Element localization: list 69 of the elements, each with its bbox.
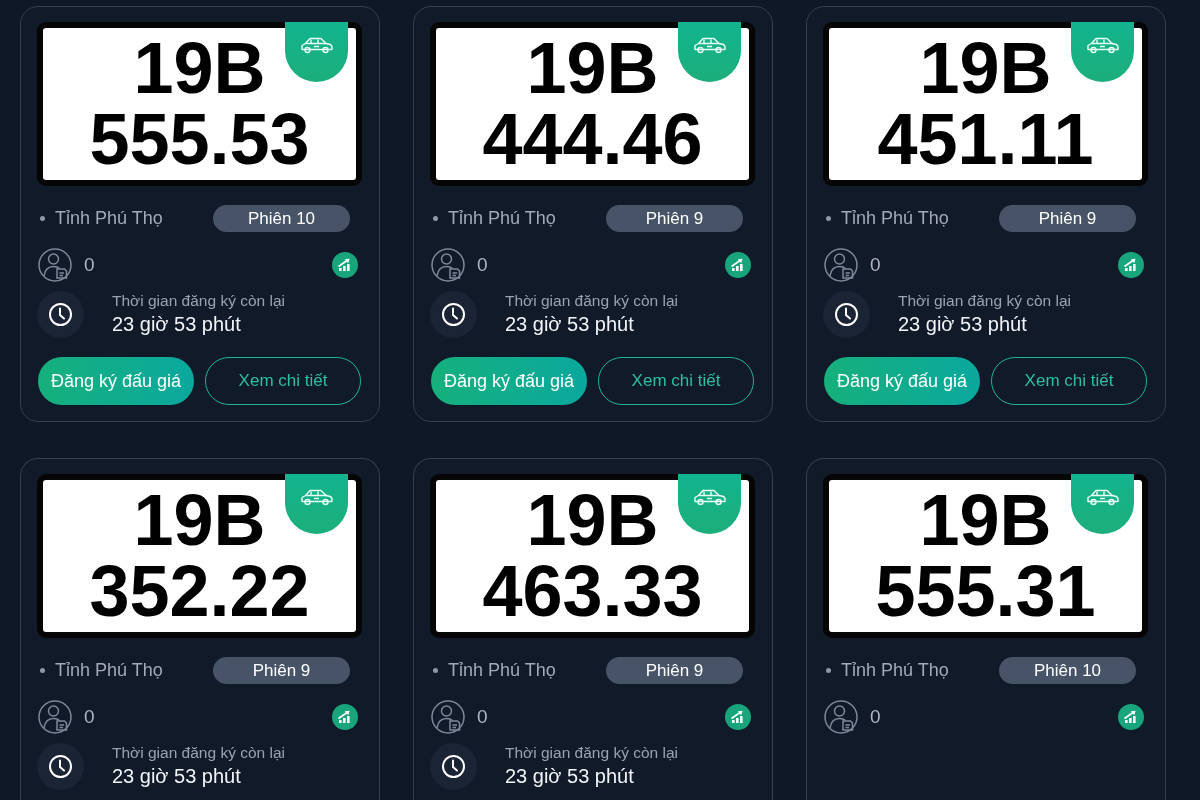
plate-number: 555.31 bbox=[875, 556, 1096, 627]
plate-series: 19B bbox=[133, 485, 266, 556]
plate-series: 19B bbox=[526, 485, 659, 556]
time-label: Thời gian đăng ký còn lại bbox=[505, 291, 678, 311]
location-text: Tỉnh Phú Thọ bbox=[841, 660, 949, 681]
plate-series: 19B bbox=[919, 485, 1052, 556]
bullet-dot-icon bbox=[826, 668, 831, 673]
person-document-icon bbox=[38, 248, 72, 282]
location-text: Tỉnh Phú Thọ bbox=[448, 208, 556, 229]
location-text: Tỉnh Phú Thọ bbox=[448, 660, 556, 681]
plate-series: 19B bbox=[133, 33, 266, 104]
plate-number: 352.22 bbox=[89, 556, 310, 627]
time-remaining: 23 giờ 53 phút bbox=[112, 764, 242, 789]
time-remaining: 23 giờ 53 phút bbox=[898, 312, 1028, 337]
bidder-count: 0 bbox=[84, 706, 95, 728]
bullet-dot-icon bbox=[40, 216, 45, 221]
person-document-icon bbox=[38, 700, 72, 734]
person-document-icon bbox=[431, 700, 465, 734]
car-icon bbox=[1071, 22, 1134, 82]
plate-series: 19B bbox=[526, 33, 659, 104]
clock-icon bbox=[823, 290, 870, 338]
location-text: Tỉnh Phú Thọ bbox=[55, 208, 163, 229]
plate-number: 463.33 bbox=[482, 556, 703, 627]
growth-chart-icon bbox=[725, 704, 751, 730]
plate-number: 451.11 bbox=[877, 104, 1094, 175]
session-badge: Phiên 9 bbox=[606, 657, 743, 684]
time-remaining: 23 giờ 53 phút bbox=[505, 764, 635, 789]
session-badge: Phiên 10 bbox=[999, 657, 1136, 684]
clock-icon bbox=[430, 742, 477, 790]
plate-series: 19B bbox=[919, 33, 1052, 104]
time-label: Thời gian đăng ký còn lại bbox=[112, 743, 285, 763]
location-text: Tỉnh Phú Thọ bbox=[841, 208, 949, 229]
bidder-count: 0 bbox=[84, 254, 95, 276]
person-document-icon bbox=[824, 700, 858, 734]
location-text: Tỉnh Phú Thọ bbox=[55, 660, 163, 681]
plate-number: 444.46 bbox=[482, 104, 703, 175]
growth-chart-icon bbox=[332, 704, 358, 730]
time-remaining: 23 giờ 53 phút bbox=[112, 312, 242, 337]
session-badge: Phiên 9 bbox=[213, 657, 350, 684]
car-icon bbox=[678, 22, 741, 82]
car-icon bbox=[1071, 474, 1134, 534]
clock-icon bbox=[37, 742, 84, 790]
bidder-count: 0 bbox=[870, 254, 881, 276]
session-badge: Phiên 9 bbox=[606, 205, 743, 232]
growth-chart-icon bbox=[725, 252, 751, 278]
plate-number: 555.53 bbox=[89, 104, 310, 175]
session-badge: Phiên 10 bbox=[213, 205, 350, 232]
car-icon bbox=[678, 474, 741, 534]
growth-chart-icon bbox=[1118, 704, 1144, 730]
time-label: Thời gian đăng ký còn lại bbox=[898, 291, 1071, 311]
time-label: Thời gian đăng ký còn lại bbox=[505, 743, 678, 763]
session-badge: Phiên 9 bbox=[999, 205, 1136, 232]
clock-icon bbox=[430, 290, 477, 338]
car-icon bbox=[285, 22, 348, 82]
time-remaining: 23 giờ 53 phút bbox=[505, 312, 635, 337]
clock-icon bbox=[37, 290, 84, 338]
bidder-count: 0 bbox=[477, 254, 488, 276]
person-document-icon bbox=[824, 248, 858, 282]
bidder-count: 0 bbox=[477, 706, 488, 728]
bullet-dot-icon bbox=[826, 216, 831, 221]
growth-chart-icon bbox=[1118, 252, 1144, 278]
bullet-dot-icon bbox=[433, 668, 438, 673]
bullet-dot-icon bbox=[433, 216, 438, 221]
bullet-dot-icon bbox=[40, 668, 45, 673]
time-label: Thời gian đăng ký còn lại bbox=[112, 291, 285, 311]
bidder-count: 0 bbox=[870, 706, 881, 728]
growth-chart-icon bbox=[332, 252, 358, 278]
person-document-icon bbox=[431, 248, 465, 282]
car-icon bbox=[285, 474, 348, 534]
